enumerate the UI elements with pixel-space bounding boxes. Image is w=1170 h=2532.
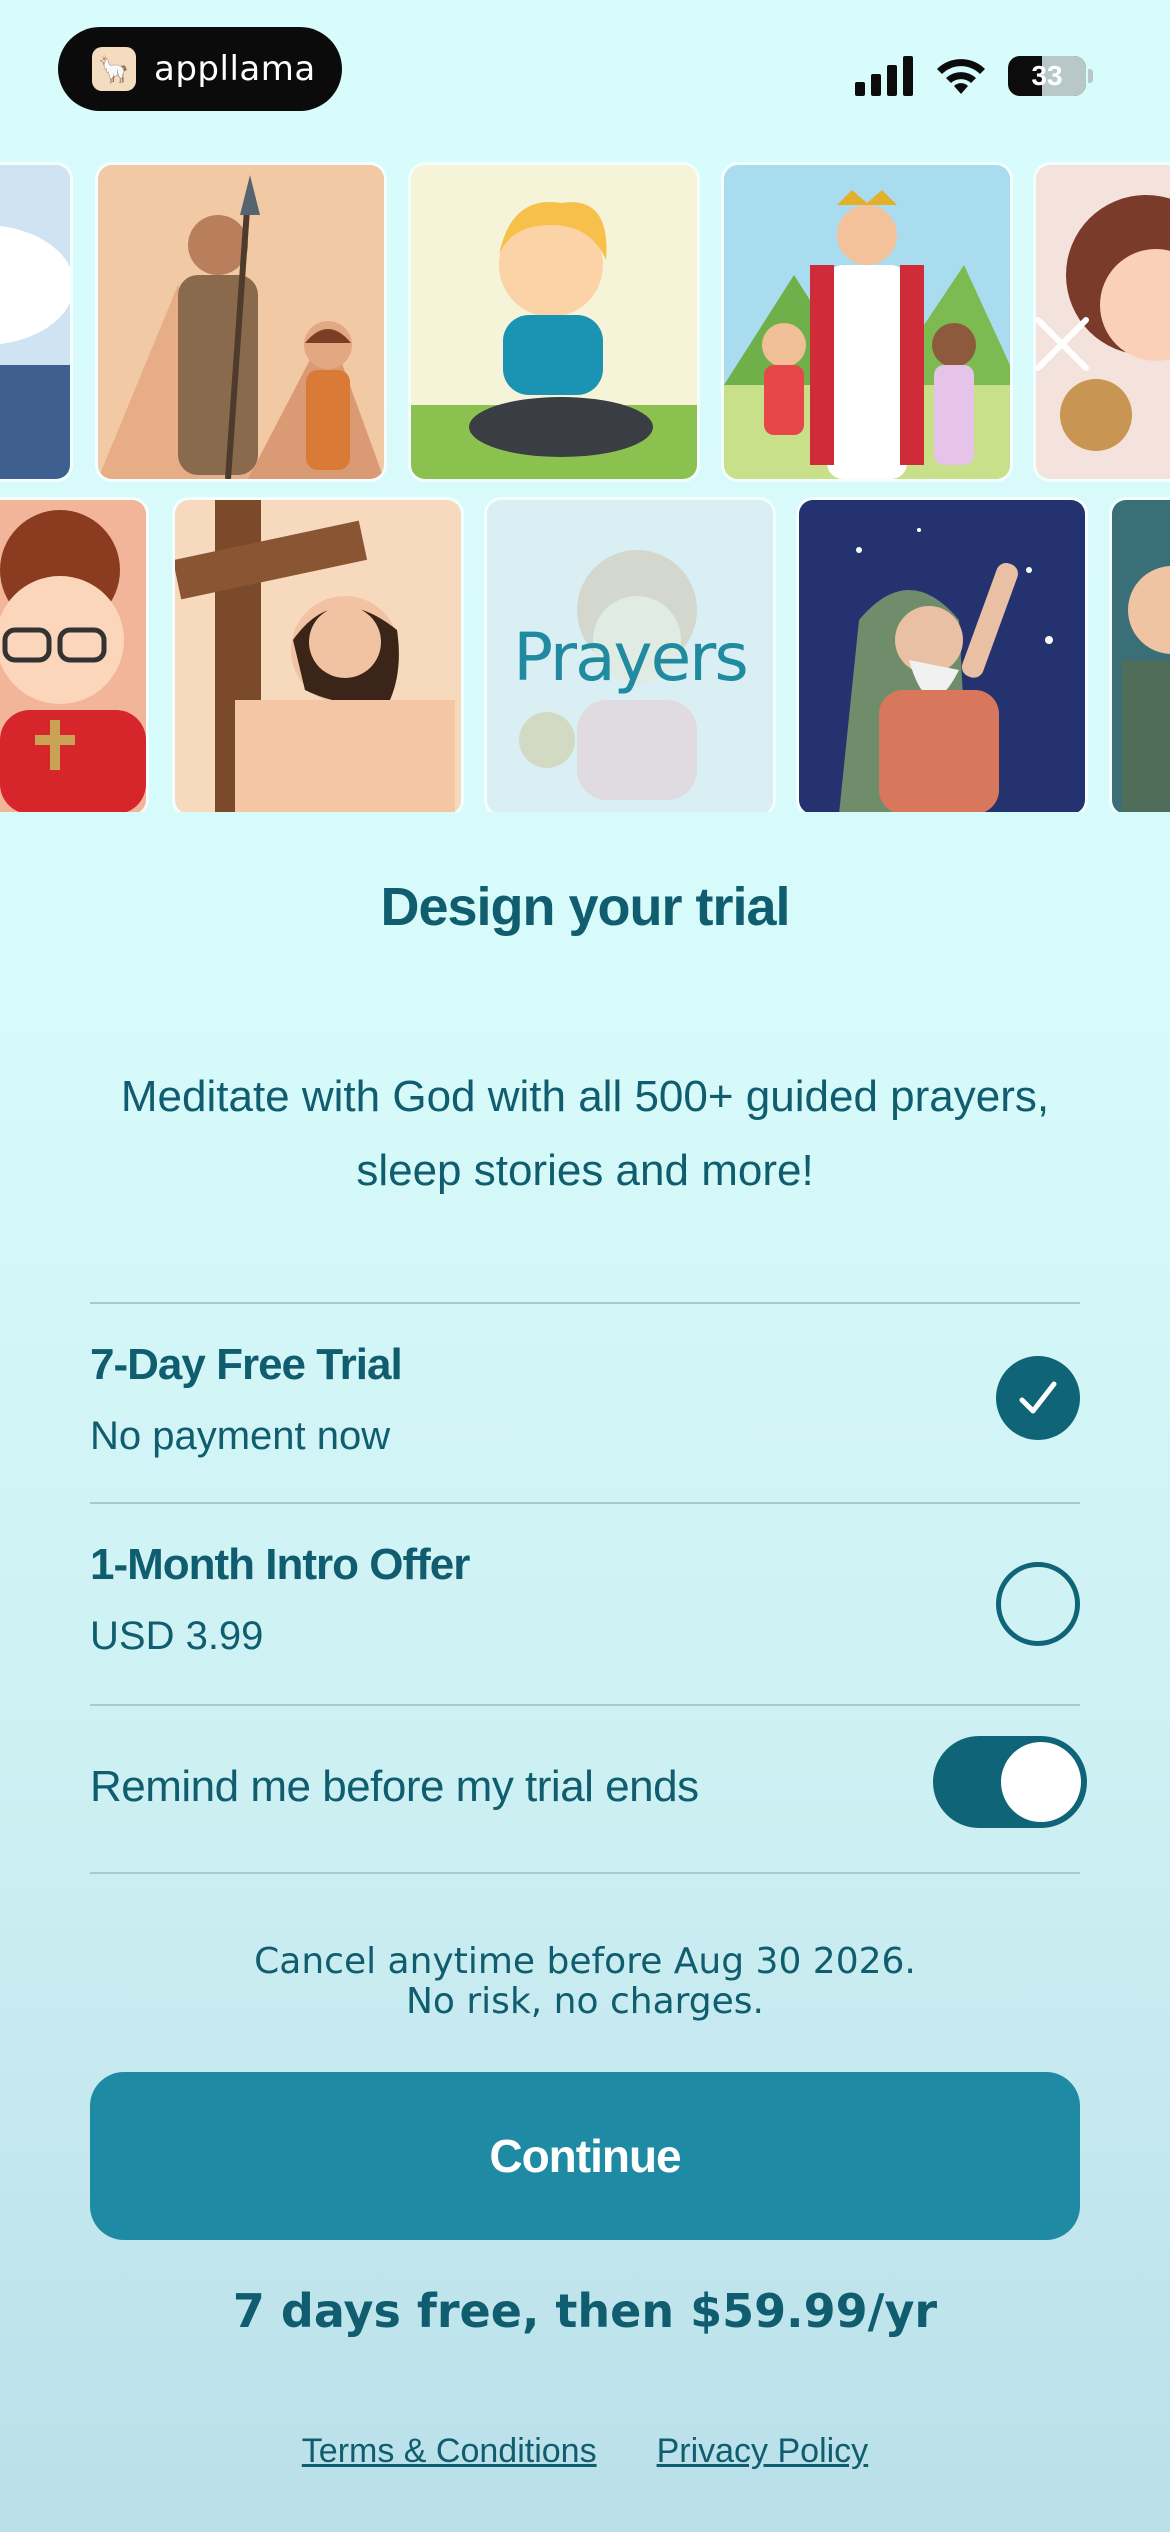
option-subtitle: USD 3.99 bbox=[90, 1614, 264, 1658]
app-switcher-pill[interactable]: 🦙 appllama bbox=[58, 27, 342, 111]
jesus-children-art bbox=[724, 165, 1010, 479]
status-bar: 🦙 appllama 33 bbox=[0, 0, 1170, 140]
prayers-overlay: Prayers bbox=[487, 500, 773, 812]
battery-cap bbox=[1088, 69, 1093, 83]
wifi-icon bbox=[937, 59, 985, 94]
option-title: 7-Day Free Trial bbox=[90, 1340, 403, 1389]
option-subtitle: No payment now bbox=[90, 1414, 391, 1458]
terms-link[interactable]: Terms & Conditions bbox=[302, 2432, 597, 2471]
close-button[interactable] bbox=[1030, 312, 1094, 376]
cancel-note-line2: No risk, no charges. bbox=[405, 1981, 764, 2022]
angel-art bbox=[0, 165, 70, 479]
prayers-label: Prayers bbox=[513, 618, 748, 696]
radio-selected[interactable] bbox=[996, 1356, 1080, 1440]
option-free-trial[interactable]: 7-Day Free Trial No payment now bbox=[90, 1304, 1080, 1504]
continue-button[interactable]: Continue bbox=[90, 2072, 1080, 2240]
battery-icon: 33 bbox=[1008, 56, 1086, 96]
cancel-note-line1: Cancel anytime before Aug 30 2026. bbox=[254, 1941, 916, 1982]
llama-icon: 🦙 bbox=[92, 47, 136, 91]
reminder-toggle[interactable] bbox=[933, 1736, 1087, 1828]
warrior-boy-art bbox=[98, 165, 384, 479]
page-subtitle: Meditate with God with all 500+ guided p… bbox=[120, 1072, 1050, 1195]
elder-art bbox=[1112, 500, 1170, 812]
prophet-night-art bbox=[799, 500, 1085, 812]
praying-boy-art bbox=[411, 165, 697, 479]
artwork-carousel[interactable]: Prayers bbox=[0, 162, 1170, 812]
prayers-art[interactable]: Prayers bbox=[487, 500, 773, 812]
privacy-link[interactable]: Privacy Policy bbox=[657, 2432, 869, 2471]
option-intro-offer[interactable]: 1-Month Intro Offer USD 3.99 bbox=[90, 1504, 1080, 1704]
crucifixion-art bbox=[175, 500, 461, 812]
option-title: 1-Month Intro Offer bbox=[90, 1540, 470, 1589]
page-title: Design your trial bbox=[380, 877, 790, 937]
reminder-row: Remind me before my trial ends bbox=[90, 1706, 1087, 1872]
battery-level: 33 bbox=[1031, 60, 1063, 91]
toggle-knob bbox=[1001, 1742, 1081, 1822]
divider bbox=[90, 1872, 1080, 1874]
close-icon bbox=[1035, 317, 1089, 371]
app-name: appllama bbox=[154, 49, 316, 89]
checkmark-icon bbox=[1019, 1381, 1057, 1414]
price-summary: 7 days free, then $59.99/yr bbox=[232, 2284, 938, 2338]
glasses-boy-art bbox=[0, 500, 146, 812]
cellular-signal-icon bbox=[855, 56, 913, 96]
radio-unselected[interactable] bbox=[996, 1562, 1080, 1646]
footer-links: Terms & Conditions Privacy Policy bbox=[0, 2432, 1170, 2471]
reminder-label: Remind me before my trial ends bbox=[90, 1762, 699, 1811]
cancel-note: Cancel anytime before Aug 30 2026. No ri… bbox=[0, 1942, 1170, 2022]
